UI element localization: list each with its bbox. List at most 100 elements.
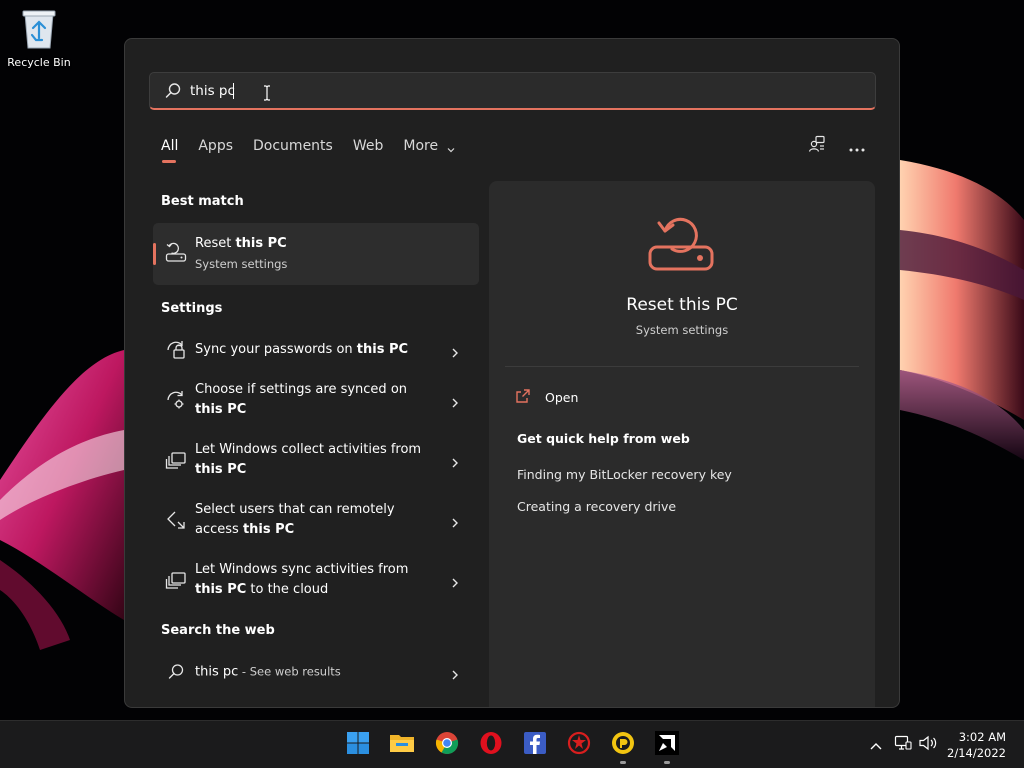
text-match: this PC (195, 582, 247, 597)
volume-button[interactable] (918, 735, 938, 755)
chevron-right-icon (449, 454, 461, 468)
more-options-button[interactable] (845, 134, 869, 158)
best-match-title: Reset this PC (195, 234, 287, 254)
account-switch-icon (808, 135, 826, 157)
more-options-icon (849, 137, 865, 156)
web-result-this-pc[interactable]: this pc - See web results (153, 643, 479, 701)
chevron-right-icon (449, 394, 461, 408)
title-match: this PC (235, 236, 287, 251)
taskbar: 3:02 AM 2/14/2022 (0, 720, 1024, 768)
taskbar-start-button[interactable] (344, 731, 372, 759)
best-match-item[interactable]: Reset this PC System settings (153, 223, 479, 285)
chevron-up-icon (869, 736, 883, 755)
help-link-bitlocker[interactable]: Finding my BitLocker recovery key (517, 467, 732, 482)
remote-desktop-icon (165, 509, 187, 531)
chevron-down-icon (446, 141, 456, 153)
windows-start-icon (346, 731, 370, 759)
taskbar-red-app[interactable] (565, 731, 593, 759)
result-text: Choose if settings are synced on this PC (195, 380, 435, 420)
open-label: Open (545, 389, 579, 405)
open-button[interactable]: Open (515, 387, 578, 407)
settings-result-sync-activities[interactable]: Let Windows sync activities from this PC… (153, 552, 479, 608)
best-match-heading: Best match (161, 194, 244, 209)
desktop-icon-label: Recycle Bin (7, 56, 71, 69)
search-icon (165, 661, 187, 683)
activity-history-icon (165, 449, 187, 471)
text-match: this PC (242, 522, 295, 537)
mouse-ibeam-cursor-icon (263, 85, 271, 101)
result-details-pane: Reset this PC System settings Open Get q… (489, 181, 875, 707)
chevron-right-icon (449, 514, 461, 528)
clock-time: 3:02 AM (958, 730, 1006, 744)
tab-label: Apps (198, 138, 234, 154)
chevron-right-icon (449, 344, 461, 358)
quick-help-heading: Get quick help from web (517, 431, 690, 446)
text-match: this PC (195, 462, 247, 477)
taskbar-chrome[interactable] (433, 731, 461, 759)
chrome-icon (435, 731, 459, 759)
settings-result-sync-passwords[interactable]: Sync your passwords on this PC (153, 322, 479, 378)
tab-web[interactable]: Web (353, 136, 384, 166)
tab-documents[interactable]: Documents (253, 136, 333, 166)
opera-icon (479, 731, 503, 759)
search-web-heading: Search the web (161, 623, 275, 638)
desktop-icon-recycle-bin[interactable]: Recycle Bin (6, 8, 72, 69)
reset-pc-icon (165, 241, 187, 263)
details-subtitle: System settings (635, 323, 729, 337)
network-button[interactable] (893, 735, 913, 755)
title-prefix: Reset (195, 236, 236, 251)
account-switch-button[interactable] (805, 134, 829, 158)
text-part: Sync your passwords on (195, 342, 357, 357)
selection-indicator (153, 243, 156, 265)
best-match-subtitle: System settings (195, 257, 288, 271)
taskbar-opera[interactable] (477, 731, 505, 759)
running-indicator (620, 761, 626, 764)
text-part: Select users that can remotely access (195, 502, 395, 537)
settings-result-collect-activities[interactable]: Let Windows collect activities from this… (153, 432, 479, 488)
text-match: this PC (195, 402, 247, 417)
tab-label: All (161, 138, 179, 154)
result-text: Let Windows sync activities from this PC… (195, 560, 435, 600)
tab-more[interactable]: More (403, 136, 455, 166)
taskbar-clock[interactable]: 3:02 AM 2/14/2022 (947, 729, 1006, 761)
search-input[interactable] (190, 79, 790, 103)
search-filter-tabs: All Apps Documents Web More (161, 136, 476, 166)
taskbar-facebook[interactable] (521, 731, 549, 759)
text-caret (233, 83, 234, 99)
taskbar-yellow-app[interactable] (609, 731, 637, 764)
divider (505, 366, 859, 367)
taskbar-file-explorer[interactable] (388, 731, 416, 759)
panel-top-actions (805, 134, 869, 158)
reset-pc-icon (645, 209, 717, 275)
amd-icon (655, 731, 679, 759)
web-suffix: - See web results (238, 664, 341, 679)
activity-sync-icon (165, 569, 187, 591)
tab-all[interactable]: All (161, 136, 178, 166)
settings-result-sync-settings[interactable]: Choose if settings are synced on this PC (153, 372, 479, 428)
network-icon (894, 735, 912, 755)
text-part: Choose if settings are synced on (195, 382, 408, 397)
details-title: Reset this PC (626, 295, 738, 315)
recycle-bin-icon (21, 8, 57, 50)
tab-label: Web (352, 138, 384, 154)
show-hidden-icons-button[interactable] (866, 735, 886, 755)
help-link-recovery-drive[interactable]: Creating a recovery drive (517, 499, 676, 514)
taskbar-amd-app[interactable] (653, 731, 681, 764)
sync-passwords-icon (165, 339, 187, 361)
facebook-icon (523, 731, 547, 759)
open-external-icon (515, 388, 545, 407)
search-box[interactable] (149, 72, 876, 110)
text-part: to the cloud (246, 582, 329, 597)
result-text: this pc - See web results (195, 662, 435, 683)
text-match: this PC (356, 342, 409, 357)
running-indicator (664, 761, 670, 764)
file-explorer-icon (389, 732, 415, 758)
tab-label: More (403, 138, 439, 154)
text-part: Let Windows collect activities from (195, 442, 422, 457)
web-query: this pc (195, 664, 239, 680)
clock-date: 2/14/2022 (947, 746, 1006, 760)
chevron-right-icon (449, 574, 461, 588)
search-panel: All Apps Documents Web More (124, 38, 900, 708)
tab-apps[interactable]: Apps (198, 136, 233, 166)
settings-result-remote-access[interactable]: Select users that can remotely access th… (153, 492, 479, 548)
